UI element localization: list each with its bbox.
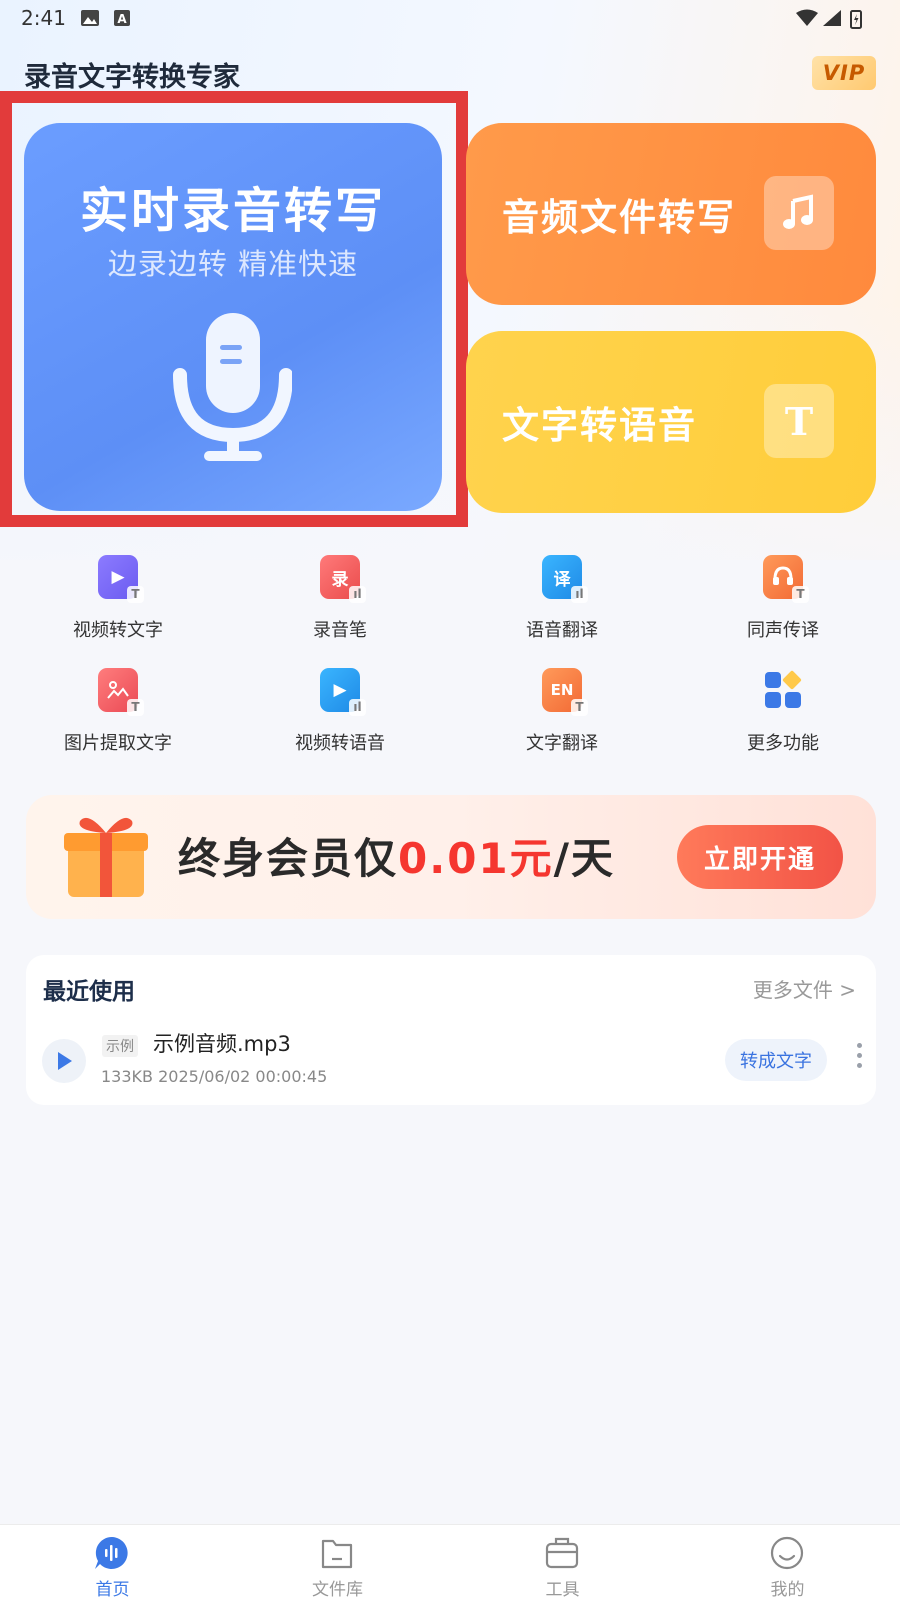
text-to-speech-card[interactable]: 文字转语音 T xyxy=(466,331,876,513)
nav-label: 首页 xyxy=(95,1580,130,1600)
simultaneous-interpretation-icon: T xyxy=(763,555,809,603)
text-translate-icon: EN T xyxy=(542,668,588,716)
more-options-icon[interactable] xyxy=(854,1043,864,1077)
tool-label: 同声传译 xyxy=(747,620,819,641)
play-icon xyxy=(58,1052,72,1070)
membership-promo-banner[interactable]: 终身会员仅0.01元/天 立即开通 xyxy=(26,795,876,919)
audio-file-transcription-label: 音频文件转写 xyxy=(502,196,736,239)
video-to-text-icon: ▶ T xyxy=(98,555,144,603)
status-time: 2:41 xyxy=(21,6,66,30)
nav-home[interactable]: 首页 xyxy=(0,1525,225,1600)
tool-video-to-speech[interactable]: ▶ ıl 视频转语音 xyxy=(230,668,450,755)
nav-file-library[interactable]: 文件库 xyxy=(225,1525,450,1600)
tool-image-to-text[interactable]: T 图片提取文字 xyxy=(8,668,228,755)
promo-text-suffix: /天 xyxy=(553,834,615,883)
recent-title: 最近使用 xyxy=(43,979,135,1005)
file-name: 示例音频.mp3 xyxy=(153,1032,291,1056)
toolbox-icon xyxy=(545,1537,579,1569)
nav-label: 我的 xyxy=(770,1580,805,1600)
voice-translate-icon: 译 ıl xyxy=(542,555,588,603)
image-to-text-icon: T xyxy=(98,668,144,716)
highlight-frame xyxy=(0,91,468,527)
smile-profile-icon xyxy=(770,1536,804,1570)
tool-label: 录音笔 xyxy=(313,620,367,641)
tool-label: 图片提取文字 xyxy=(64,733,172,754)
convert-to-text-button[interactable]: 转成文字 xyxy=(725,1039,827,1081)
audio-file-transcription-card[interactable]: 音频文件转写 xyxy=(466,123,876,305)
bottom-nav: 首页 文件库 工具 我的 xyxy=(0,1524,900,1600)
promo-text-prefix: 终身会员仅 xyxy=(178,834,399,883)
svg-text:A: A xyxy=(117,12,127,26)
tool-simultaneous-interpretation[interactable]: T 同声传译 xyxy=(673,555,893,642)
tool-text-translate[interactable]: EN T 文字翻译 xyxy=(452,668,672,755)
tool-more-features[interactable]: 更多功能 xyxy=(673,668,893,755)
more-features-icon xyxy=(765,670,802,708)
activate-now-button[interactable]: 立即开通 xyxy=(677,825,843,889)
music-note-icon xyxy=(764,176,834,250)
tool-label: 视频转语音 xyxy=(295,733,385,754)
file-row[interactable]: 示例 示例音频.mp3 133KB 2025/06/02 00:00:45 转成… xyxy=(42,1025,862,1089)
wifi-icon xyxy=(796,9,818,26)
promo-text: 终身会员仅0.01元/天 xyxy=(178,825,615,886)
video-to-speech-icon: ▶ ıl xyxy=(320,668,366,716)
folder-icon xyxy=(321,1539,353,1569)
more-files-link[interactable]: 更多文件 > xyxy=(753,974,856,1003)
file-meta: 133KB 2025/06/02 00:00:45 xyxy=(101,1067,328,1086)
tool-label: 语音翻译 xyxy=(526,620,598,641)
nav-tools[interactable]: 工具 xyxy=(450,1525,675,1600)
cell-signal-icon xyxy=(823,10,841,26)
tool-recorder-pen[interactable]: 录 ıl 录音笔 xyxy=(230,555,450,642)
text-to-speech-label: 文字转语音 xyxy=(502,404,697,447)
gift-box-icon xyxy=(64,817,148,897)
tool-voice-translate[interactable]: 译 ıl 语音翻译 xyxy=(452,555,672,642)
battery-icon xyxy=(850,10,862,29)
nav-profile[interactable]: 我的 xyxy=(675,1525,900,1600)
tool-video-to-text[interactable]: ▶ T 视频转文字 xyxy=(8,555,228,642)
tool-label: 文字翻译 xyxy=(526,733,598,754)
recorder-pen-icon: 录 ıl xyxy=(320,555,366,603)
tool-label: 更多功能 xyxy=(747,733,819,754)
app-title: 录音文字转换专家 xyxy=(24,62,240,93)
tool-label: 视频转文字 xyxy=(73,620,163,641)
example-tag: 示例 xyxy=(102,1035,138,1057)
play-button[interactable] xyxy=(42,1039,86,1083)
status-bar: 2:41 A xyxy=(0,0,900,36)
vip-button[interactable]: VIP xyxy=(812,56,876,90)
promo-price: 0.01元 xyxy=(398,834,554,883)
text-t-icon: T xyxy=(764,384,834,458)
nav-label: 工具 xyxy=(545,1580,580,1600)
image-notification-icon xyxy=(81,10,99,26)
recent-files-section: 最近使用 更多文件 > 示例 示例音频.mp3 133KB 2025/06/02… xyxy=(26,955,876,1105)
home-waveform-icon xyxy=(95,1536,128,1569)
nav-label: 文件库 xyxy=(312,1580,363,1600)
a-notification-icon: A xyxy=(114,10,130,26)
